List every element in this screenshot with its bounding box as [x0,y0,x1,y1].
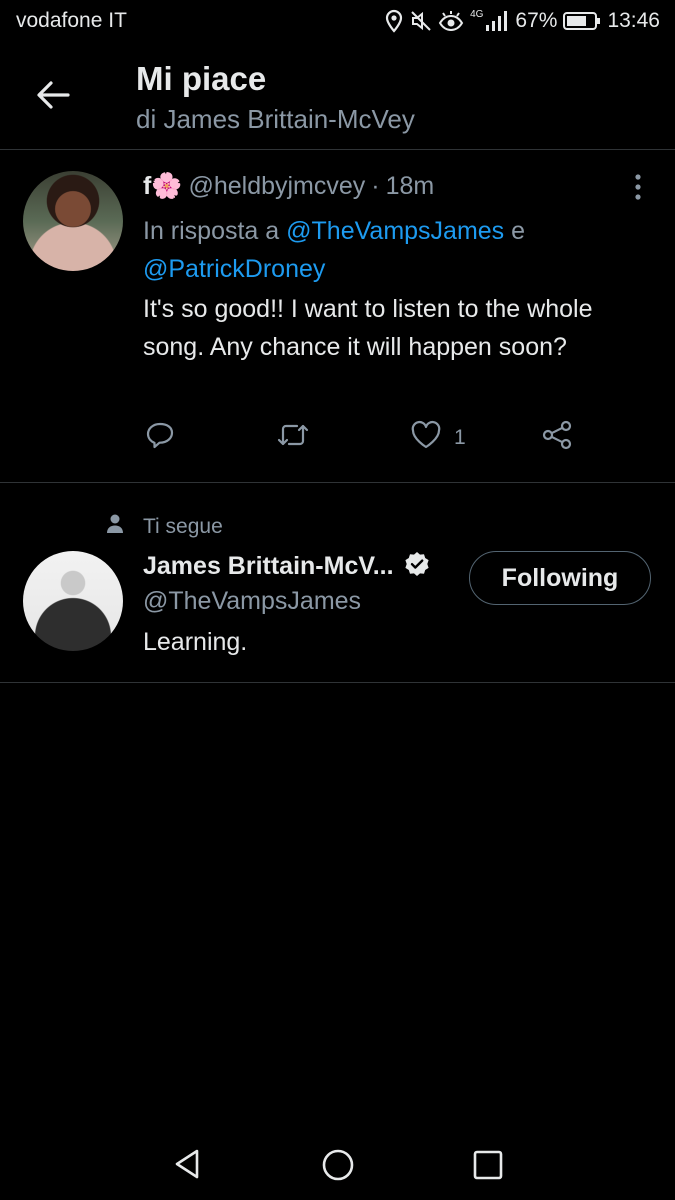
status-bar: vodafone IT 4G 67% 13:46 [0,0,675,46]
battery-icon [563,11,601,31]
avatar[interactable] [23,171,123,271]
network-type: 4G [470,9,484,20]
user-name[interactable]: James Brittain-McV... [143,552,394,581]
tweet-time: 18m [385,172,435,200]
retweet-icon [276,420,310,456]
page-subtitle: di James Brittain-McVey [136,104,415,134]
mention-link[interactable]: @PatrickDroney [143,255,325,283]
share-icon [542,420,574,456]
retweet-button[interactable] [276,420,310,456]
nav-back-icon[interactable] [170,1146,206,1182]
user-card[interactable]: Ti segue James Brittain-McV... @TheVamps… [0,483,675,683]
user-handle[interactable]: @TheVampsJames [143,587,361,616]
tweet[interactable]: f🌸 @heldbyjmcvey · 18m In risposta a @Th… [0,150,675,483]
tweet-text: It's so good!! I want to listen to the w… [143,295,593,361]
follows-you-label: Ti segue [143,515,223,538]
user-bio: Learning. [143,628,248,656]
tweet-header: f🌸 @heldbyjmcvey · 18m [143,172,434,201]
page-header: Mi piace di James Brittain-McVey [0,46,675,150]
reply-button[interactable] [145,420,175,456]
more-options-button[interactable] [626,172,650,202]
signal-icon: 4G [470,10,509,32]
like-count: 1 [454,426,466,449]
reply-context: In risposta a @TheVampsJames e @PatrickD… [143,212,643,288]
heart-icon [410,420,442,456]
location-icon [384,9,404,33]
author-handle[interactable]: @heldbyjmcvey [188,172,365,201]
like-button[interactable]: 1 [410,420,466,456]
system-nav-bar [0,1130,675,1200]
clock: 13:46 [607,9,660,32]
mention-link[interactable]: @TheVampsJames [286,217,504,245]
reply-conjunction: e [511,217,526,245]
page-title: Mi piace [136,60,267,97]
nav-recents-icon[interactable] [470,1147,506,1183]
more-vertical-icon [626,174,650,206]
verified-badge-icon [404,551,430,582]
eye-comfort-icon [438,10,464,32]
following-button[interactable]: Following [469,551,651,605]
mute-icon [410,10,432,32]
author-name[interactable]: f🌸 [143,172,182,201]
share-button[interactable] [542,420,574,456]
status-icons: 4G 67% 13:46 [384,9,660,33]
battery-percent: 67% [515,9,558,32]
carrier-name: vodafone IT [16,9,127,32]
nav-home-icon[interactable] [320,1147,356,1183]
reply-prefix: In risposta a [143,217,280,245]
avatar[interactable] [23,551,123,651]
back-button[interactable] [30,74,76,120]
arrow-left-icon [36,80,70,115]
user-name-row: James Brittain-McV... [143,551,430,582]
reply-icon [145,420,175,456]
meta-separator: · [371,172,380,200]
person-icon [105,513,125,540]
